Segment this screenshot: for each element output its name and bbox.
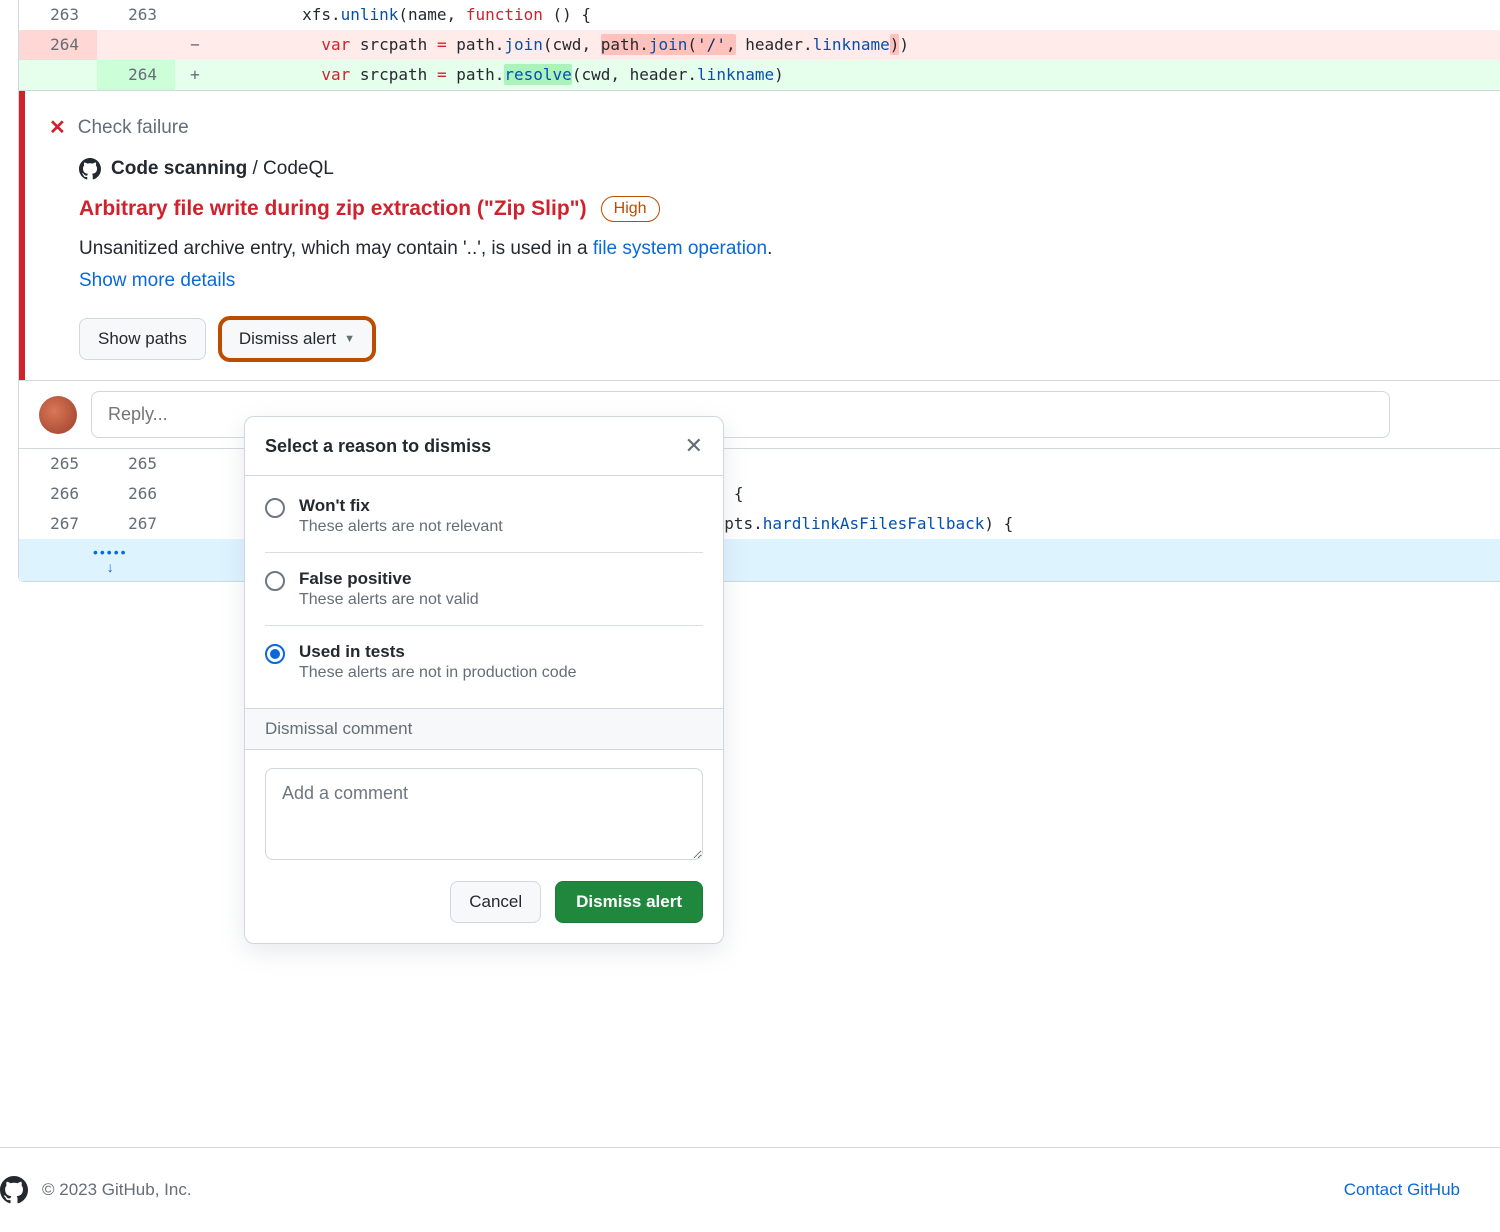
line-number-old: 263 <box>19 0 97 30</box>
alert-title: Arbitrary file write during zip extracti… <box>79 197 587 221</box>
show-more-details-link[interactable]: Show more details <box>79 270 235 292</box>
dismiss-alert-confirm-button[interactable]: Dismiss alert <box>555 881 703 923</box>
codeql-tool-label: CodeQL <box>263 158 334 179</box>
line-number-old: 265 <box>19 449 97 479</box>
expand-hunk-button[interactable]: ••••• ↓ <box>19 539 1500 581</box>
radio-icon <box>265 498 285 518</box>
severity-badge: High <box>601 196 660 222</box>
page-footer: © 2023 GitHub, Inc. Contact GitHub <box>0 1147 1500 1232</box>
diff-row: 263 263 xfs.unlink(name, function () { <box>19 0 1500 30</box>
dismiss-reason-used-in-tests[interactable]: Used in tests These alerts are not in pr… <box>265 626 703 698</box>
radio-icon <box>265 644 285 664</box>
dismiss-reason-popover: Select a reason to dismiss ✕ Won't fix T… <box>244 416 724 944</box>
popover-title: Select a reason to dismiss <box>265 436 491 457</box>
dismissal-comment-input[interactable] <box>265 768 703 860</box>
dismissal-comment-header: Dismissal comment <box>245 708 723 750</box>
code-line: var srcpath = path.resolve(cwd, header.l… <box>215 60 1500 90</box>
file-system-operation-link[interactable]: file system operation <box>593 238 767 259</box>
line-number-new: 267 <box>97 509 175 539</box>
contact-github-link[interactable]: Contact GitHub <box>1344 1180 1460 1200</box>
check-failure-label: Check failure <box>78 117 189 139</box>
diff-row-added: . 264 + var srcpath = path.resolve(cwd, … <box>19 60 1500 90</box>
close-icon[interactable]: ✕ <box>685 433 703 459</box>
avatar[interactable] <box>39 396 77 434</box>
diff-view: 263 263 xfs.unlink(name, function () { 2… <box>18 0 1500 582</box>
arrow-down-icon: ↓ <box>93 559 128 575</box>
diff-symbol: + <box>175 60 215 90</box>
line-number-old: 264 <box>19 30 97 60</box>
dismiss-reason-false-positive[interactable]: False positive These alerts are not vali… <box>265 553 703 626</box>
cancel-button[interactable]: Cancel <box>450 881 541 923</box>
show-paths-button[interactable]: Show paths <box>79 318 206 360</box>
diff-row: 267 267 opts.hardlinkAsFilesFallback) { <box>19 509 1500 539</box>
alert-description: Unsanitized archive entry, which may con… <box>79 238 1476 260</box>
diff-row: 265 265 <box>19 449 1500 479</box>
line-number-old: 266 <box>19 479 97 509</box>
ellipsis-icon: ••••• <box>93 545 128 559</box>
dismiss-alert-button[interactable]: Dismiss alert ▼ <box>220 318 374 360</box>
github-mark-icon <box>0 1176 28 1204</box>
code-line: var srcpath = path.join(cwd, path.join('… <box>215 30 1500 60</box>
footer-copyright: © 2023 GitHub, Inc. <box>42 1180 192 1200</box>
line-number-new: 264 <box>97 60 175 90</box>
line-number-new: 263 <box>97 0 175 30</box>
dismiss-reason-wont-fix[interactable]: Won't fix These alerts are not relevant <box>265 480 703 553</box>
line-number-new: 266 <box>97 479 175 509</box>
line-number-new: . <box>97 30 175 60</box>
code-line: xfs.unlink(name, function () { <box>215 0 1500 30</box>
code-annotation: ✕ Check failure Code scanning / CodeQL A… <box>19 90 1500 449</box>
x-icon: ✕ <box>49 115 66 140</box>
line-number-old: 267 <box>19 509 97 539</box>
diff-row-deleted: 264 . − var srcpath = path.join(cwd, pat… <box>19 30 1500 60</box>
github-mark-icon <box>79 158 101 180</box>
code-scanning-label: Code scanning <box>111 158 247 179</box>
diff-row: 266 266 r) { <box>19 479 1500 509</box>
radio-icon <box>265 571 285 591</box>
line-number-new: 265 <box>97 449 175 479</box>
diff-symbol <box>175 0 215 30</box>
diff-symbol: − <box>175 30 215 60</box>
caret-down-icon: ▼ <box>344 333 355 345</box>
line-number-old: . <box>19 60 97 90</box>
